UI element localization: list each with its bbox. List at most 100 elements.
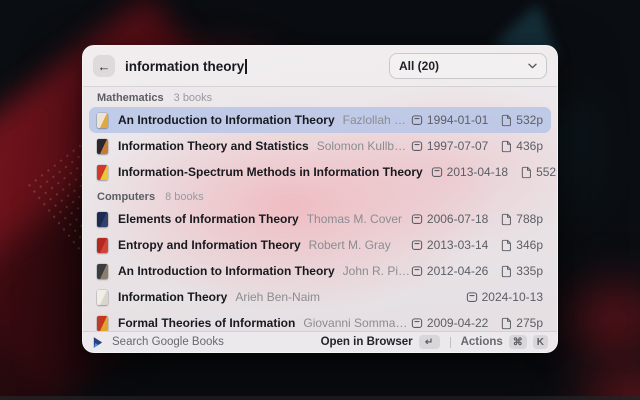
page-count-text: 335p <box>516 264 543 278</box>
page-count-text: 275p <box>516 316 543 330</box>
section-count: 8 books <box>165 191 204 203</box>
section-count: 3 books <box>174 92 213 104</box>
calendar-icon <box>411 114 423 126</box>
wallpaper-bottom-strip <box>0 396 640 400</box>
page-count: 346p <box>501 238 543 252</box>
page-count-text: 788p <box>516 212 543 226</box>
footer-bar: Search Google Books Open in Browser ↵ Ac… <box>83 331 557 352</box>
open-in-browser-label: Open in Browser <box>321 336 413 348</box>
search-input[interactable]: information theory <box>125 59 247 74</box>
book-cover-icon <box>97 264 108 279</box>
filter-dropdown-value: All (20) <box>399 59 439 73</box>
section-header: Computers 8 books <box>89 185 551 206</box>
book-cover-icon <box>97 316 108 331</box>
actions-button[interactable]: Actions ⌘ K <box>461 335 548 349</box>
book-meta: 1994-01-01 532p <box>411 113 543 127</box>
return-key-icon: ↵ <box>419 335 440 349</box>
calendar-icon <box>466 291 478 303</box>
publish-date-text: 2024-10-13 <box>482 290 543 304</box>
book-result-row[interactable]: An Introduction to Information Theory Fa… <box>89 107 551 133</box>
book-title: Elements of Information Theory <box>118 212 299 226</box>
book-result-row[interactable]: Information-Spectrum Methods in Informat… <box>89 159 551 185</box>
book-cover-icon <box>97 113 108 128</box>
page-count-text: 552p <box>536 165 557 179</box>
book-author: Thomas M. Cover <box>307 212 402 226</box>
publish-date-text: 2006-07-18 <box>427 212 488 226</box>
book-cover-icon <box>97 290 108 305</box>
page-count-text: 532p <box>516 113 543 127</box>
back-button[interactable]: ← <box>93 55 115 77</box>
book-author: John R. Pierce <box>343 264 411 278</box>
publish-date: 2012-04-26 <box>411 264 488 278</box>
calendar-icon <box>411 317 423 329</box>
book-result-row[interactable]: Entropy and Information Theory Robert M.… <box>89 232 551 258</box>
book-title: Information Theory <box>118 290 227 304</box>
book-title: Information-Spectrum Methods in Informat… <box>118 165 423 179</box>
book-meta: 2013-03-14 346p <box>411 238 543 252</box>
book-meta: 2024-10-13 <box>466 290 543 304</box>
book-result-row[interactable]: An Introduction to Information Theory Jo… <box>89 258 551 284</box>
book-title: An Introduction to Information Theory <box>118 113 335 127</box>
publish-date: 2006-07-18 <box>411 212 488 226</box>
actions-label: Actions <box>461 336 503 348</box>
page-count: 788p <box>501 212 543 226</box>
search-query-text: information theory <box>125 59 244 74</box>
page-count: 532p <box>501 113 543 127</box>
book-author: Fazlollah M. Reza <box>343 113 411 127</box>
calendar-icon <box>431 166 443 178</box>
book-meta: 2013-04-18 552p <box>431 165 557 179</box>
book-cover-icon <box>97 139 108 154</box>
page-icon <box>521 166 532 179</box>
calendar-icon <box>411 239 423 251</box>
book-meta: 2012-04-26 335p <box>411 264 543 278</box>
book-result-row[interactable]: Formal Theories of Information Giovanni … <box>89 310 551 331</box>
chevron-down-icon <box>528 63 537 69</box>
footer-divider <box>450 337 451 348</box>
page-count-text: 436p <box>516 139 543 153</box>
page-count: 436p <box>501 139 543 153</box>
book-author: Solomon Kullback <box>317 139 411 153</box>
book-result-row[interactable]: Elements of Information Theory Thomas M.… <box>89 206 551 232</box>
publish-date: 2024-10-13 <box>466 290 543 304</box>
footer-source-label: Search Google Books <box>112 336 224 348</box>
text-caret <box>245 59 247 74</box>
publish-date-text: 1994-01-01 <box>427 113 488 127</box>
page-count: 335p <box>501 264 543 278</box>
publish-date: 1994-01-01 <box>411 113 488 127</box>
book-author: Giovanni Sommaruga <box>303 316 411 330</box>
book-title: Formal Theories of Information <box>118 316 295 330</box>
book-cover-icon <box>97 165 108 180</box>
publish-date: 1997-07-07 <box>411 139 488 153</box>
page-icon <box>501 239 512 252</box>
publish-date-text: 2013-04-18 <box>447 165 508 179</box>
search-header: ← information theory All (20) <box>83 46 557 86</box>
book-cover-icon <box>97 212 108 227</box>
publish-date-text: 2012-04-26 <box>427 264 488 278</box>
open-in-browser-button[interactable]: Open in Browser ↵ <box>321 335 440 349</box>
publish-date-text: 2009-04-22 <box>427 316 488 330</box>
book-meta: 1997-07-07 436p <box>411 139 543 153</box>
google-books-icon <box>92 336 104 349</box>
book-title: An Introduction to Information Theory <box>118 264 335 278</box>
page-icon <box>501 317 512 330</box>
command-key-icon: ⌘ <box>509 335 527 349</box>
publish-date-text: 1997-07-07 <box>427 139 488 153</box>
publish-date: 2009-04-22 <box>411 316 488 330</box>
back-arrow-icon: ← <box>98 60 111 73</box>
book-result-row[interactable]: Information Theory and Statistics Solomo… <box>89 133 551 159</box>
launcher-window: ← information theory All (20) Mathematic… <box>82 45 558 353</box>
page-icon <box>501 265 512 278</box>
book-author: Arieh Ben-Naim <box>235 290 320 304</box>
publish-date-text: 2013-03-14 <box>427 238 488 252</box>
book-meta: 2006-07-18 788p <box>411 212 543 226</box>
calendar-icon <box>411 213 423 225</box>
publish-date: 2013-04-18 <box>431 165 508 179</box>
k-key-icon: K <box>533 335 548 349</box>
filter-dropdown[interactable]: All (20) <box>389 53 547 79</box>
book-cover-icon <box>97 238 108 253</box>
book-meta: 2009-04-22 275p <box>411 316 543 330</box>
book-title: Information Theory and Statistics <box>118 139 309 153</box>
book-result-row[interactable]: Information Theory Arieh Ben-Naim 2024-1… <box>89 284 551 310</box>
results-list: Mathematics 3 books An Introduction to I… <box>83 87 557 331</box>
publish-date: 2013-03-14 <box>411 238 488 252</box>
